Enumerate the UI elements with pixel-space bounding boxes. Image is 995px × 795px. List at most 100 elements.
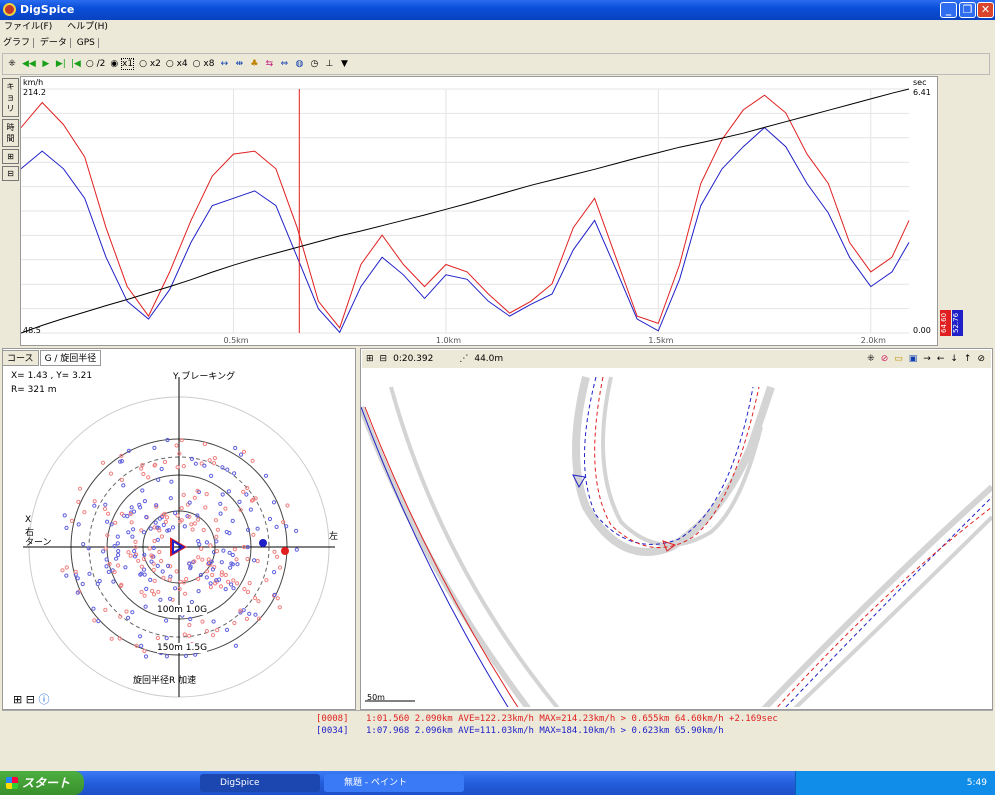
speed-x1-radio[interactable]: ◉ x1 (110, 58, 135, 70)
tab-graph[interactable]: グラフ (0, 38, 35, 48)
course-map[interactable] (361, 367, 992, 707)
speed-x2-radio[interactable]: ○ x2 (139, 59, 161, 69)
g-sample-point (255, 526, 260, 531)
g-sample-point (214, 539, 219, 544)
g-sample-point (140, 488, 145, 493)
save-icon[interactable]: ▣ (909, 354, 918, 364)
expand-horizontal-icon[interactable]: ⇹ (234, 59, 244, 69)
close-button[interactable]: ✕ (977, 2, 994, 18)
g-sample-point (189, 456, 194, 462)
g-sample-point (148, 526, 153, 531)
step-forward-icon[interactable]: ▶| (56, 59, 66, 69)
arrow-up-icon[interactable]: ↑ (964, 354, 972, 364)
arrow-right-icon[interactable]: → (923, 354, 931, 364)
zoom-time: 0:20.392 (393, 354, 434, 364)
course-toolbar: ⊞ ⊟ 0:20.392 ⋰ 44.0m ⁜ ⊘ ▭ ▣ → ← ↓ ↑ ⊘ (362, 350, 991, 368)
start-button[interactable]: スタート (0, 771, 84, 795)
reset-view-icon[interactable]: ⁜ (867, 354, 875, 364)
g-sample-point (164, 618, 169, 623)
speed-x8-radio[interactable]: ○ x8 (193, 59, 215, 69)
speed-chart-panel: 0.5km 1.0km 1.5km 2.0km km/h 214.2 48.5 sec 6.41… (20, 76, 938, 346)
arrow-down-icon[interactable]: ↓ (950, 354, 958, 364)
g-sample-point (209, 473, 214, 479)
globe-icon[interactable]: ◍ (294, 59, 304, 69)
menu-help[interactable]: ヘルプ(H) (67, 22, 108, 32)
g-sample-point (157, 516, 162, 521)
g-sample-point (224, 627, 230, 632)
g-sample-point (121, 483, 126, 488)
pin-icon[interactable]: ⊥ (324, 59, 334, 69)
speed-half-radio[interactable]: ○ /2 (86, 59, 105, 69)
zoom-in-icon[interactable]: ⊞ (13, 693, 22, 706)
side-tab-time[interactable]: 時間 (2, 119, 19, 147)
g-sample-point (179, 506, 184, 511)
zoom-out-icon[interactable]: ⊟ (2, 166, 19, 181)
g-sample-point (214, 534, 219, 539)
align-icon[interactable]: ⇆ (264, 59, 274, 69)
play-icon[interactable]: ▶ (41, 59, 51, 69)
side-tab-distance[interactable]: キョリ (2, 78, 19, 117)
zoom-in-icon[interactable]: ⊞ (2, 149, 19, 164)
info-icon[interactable]: ⓘ (38, 693, 49, 706)
g-sample-point (148, 577, 153, 582)
clock-icon[interactable]: ◷ (309, 59, 319, 69)
g-sample-point (64, 525, 69, 530)
g-sample-point (161, 522, 166, 528)
g-sample-point (196, 539, 201, 544)
g-sample-point (263, 473, 269, 478)
zoom-out-icon[interactable]: ⊟ (26, 693, 35, 706)
g-sample-point (107, 561, 112, 566)
reset-view-icon[interactable]: ⁜ (7, 59, 17, 69)
maximize-button[interactable]: ❐ (959, 2, 976, 18)
g-sample-point (156, 589, 161, 594)
tab-course[interactable]: コース (2, 350, 39, 366)
tab-gps[interactable]: GPS (73, 38, 99, 48)
step-back-icon[interactable]: |◀ (71, 59, 81, 69)
g-sample-point (193, 652, 198, 657)
speed-x4-radio[interactable]: ○ x4 (166, 59, 188, 69)
g-sample-point (159, 558, 164, 564)
g-sample-point (183, 591, 188, 596)
g-sample-point (187, 561, 192, 566)
tab-data[interactable]: データ (36, 38, 71, 48)
g-sample-point (136, 558, 141, 563)
y-left-unit: km/h (23, 78, 43, 87)
g-sample-point (81, 542, 86, 547)
measure-icon[interactable]: ⋰ (459, 354, 468, 364)
g-sample-point (294, 547, 299, 552)
badge-blue-speed: 52.76 (952, 310, 963, 336)
minimize-button[interactable]: _ (940, 2, 957, 18)
clip-icon-2[interactable]: ⊘ (977, 354, 985, 364)
g-sample-point (218, 501, 223, 506)
tab-g-radius[interactable]: G / 旋回半径 (39, 350, 102, 366)
menu-file[interactable]: ファイル(F) (4, 22, 52, 32)
g-sample-point (173, 510, 178, 516)
clip-icon[interactable]: ⊘ (881, 354, 889, 364)
g-circle-plot[interactable] (3, 367, 355, 707)
g-sample-point (80, 581, 85, 587)
g-sample-point (226, 579, 231, 584)
speed-chart[interactable]: 0.5km 1.0km 1.5km 2.0km km/h214.2 48.5 sec6.41… (20, 77, 939, 347)
lap-line-red-3 (776, 506, 992, 707)
lap-summary-blue: 1:07.968 2.096km AVE=111.03km/h MAX=184.… (366, 726, 724, 736)
g-sample-point (218, 511, 223, 516)
split-horizontal-icon[interactable]: ↔ (219, 59, 229, 69)
task-digspice[interactable]: DigSpice (200, 774, 320, 792)
x-tick-label: 2.0km (861, 336, 886, 345)
task-paint[interactable]: 無題 - ペイント (324, 774, 464, 792)
arrow-left-icon[interactable]: ← (937, 354, 945, 364)
zoom-out-icon[interactable]: ⊟ (380, 354, 388, 364)
g-sample-point (245, 589, 251, 595)
g-sample-point (131, 527, 136, 532)
rewind-icon[interactable]: ◀◀ (22, 59, 36, 69)
zoom-in-icon[interactable]: ⊞ (366, 354, 374, 364)
dropdown-arrow-icon[interactable]: ▼ (339, 59, 349, 69)
g-xy-readout: X= 1.43 , Y= 3.21 (11, 371, 93, 381)
marker-icon[interactable]: ♣ (249, 59, 259, 69)
sync-icon[interactable]: ⇔ (279, 59, 289, 69)
g-zoom-controls: ⊞ ⊟ ⓘ (13, 691, 49, 707)
open-folder-icon[interactable]: ▭ (894, 354, 903, 364)
g-sample-point (152, 463, 157, 468)
g-sample-point (237, 499, 242, 504)
g-sample-point (241, 608, 246, 613)
